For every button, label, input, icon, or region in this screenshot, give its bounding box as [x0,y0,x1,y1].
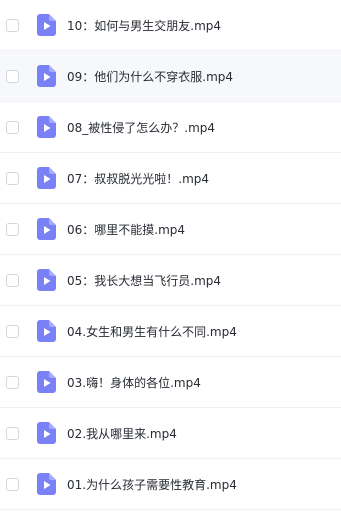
row-checkbox[interactable] [6,426,19,440]
file-row[interactable]: 05：我长大想当飞行员.mp4 [0,255,341,306]
file-row[interactable]: 02.我从哪里来.mp4 [0,408,341,459]
video-file-icon [37,371,56,393]
file-name[interactable]: 08_被性侵了怎么办？.mp4 [67,119,215,136]
file-name[interactable]: 07：叔叔脱光光啦！.mp4 [67,170,209,187]
video-file-icon [37,14,56,36]
file-row[interactable]: 08_被性侵了怎么办？.mp4 [0,102,341,153]
file-row[interactable]: 01.为什么孩子需要性教育.mp4 [0,459,341,510]
row-checkbox[interactable] [6,477,19,491]
file-name[interactable]: 04.女生和男生有什么不同.mp4 [67,323,237,340]
file-row[interactable]: 10：如何与男生交朋友.mp4 [0,0,341,51]
file-name[interactable]: 02.我从哪里来.mp4 [67,425,177,442]
file-row[interactable]: 09：他们为什么不穿衣服.mp4 [0,51,341,102]
video-file-icon [37,167,56,189]
file-name[interactable]: 05：我长大想当飞行员.mp4 [67,272,221,289]
row-checkbox[interactable] [6,324,19,338]
video-file-icon [37,218,56,240]
video-file-icon [37,422,56,444]
video-file-icon [37,65,56,87]
file-row[interactable]: 07：叔叔脱光光啦！.mp4 [0,153,341,204]
file-row[interactable]: 03.嗨！身体的各位.mp4 [0,357,341,408]
row-checkbox[interactable] [6,120,19,134]
file-name[interactable]: 10：如何与男生交朋友.mp4 [67,17,221,34]
file-name[interactable]: 01.为什么孩子需要性教育.mp4 [67,476,237,493]
video-file-icon [37,116,56,138]
row-checkbox[interactable] [6,171,19,185]
file-name[interactable]: 03.嗨！身体的各位.mp4 [67,374,201,391]
row-checkbox[interactable] [6,375,19,389]
file-list: 10：如何与男生交朋友.mp4 09：他们为什么不穿衣服.mp4 08_被性侵了… [0,0,341,515]
row-checkbox[interactable] [6,222,19,236]
row-checkbox[interactable] [6,69,19,83]
row-checkbox[interactable] [6,273,19,287]
file-row[interactable]: 06：哪里不能摸.mp4 [0,204,341,255]
file-name[interactable]: 09：他们为什么不穿衣服.mp4 [67,68,233,85]
video-file-icon [37,320,56,342]
file-name[interactable]: 06：哪里不能摸.mp4 [67,221,185,238]
video-file-icon [37,473,56,495]
file-row[interactable]: 04.女生和男生有什么不同.mp4 [0,306,341,357]
video-file-icon [37,269,56,291]
row-checkbox[interactable] [6,18,19,32]
